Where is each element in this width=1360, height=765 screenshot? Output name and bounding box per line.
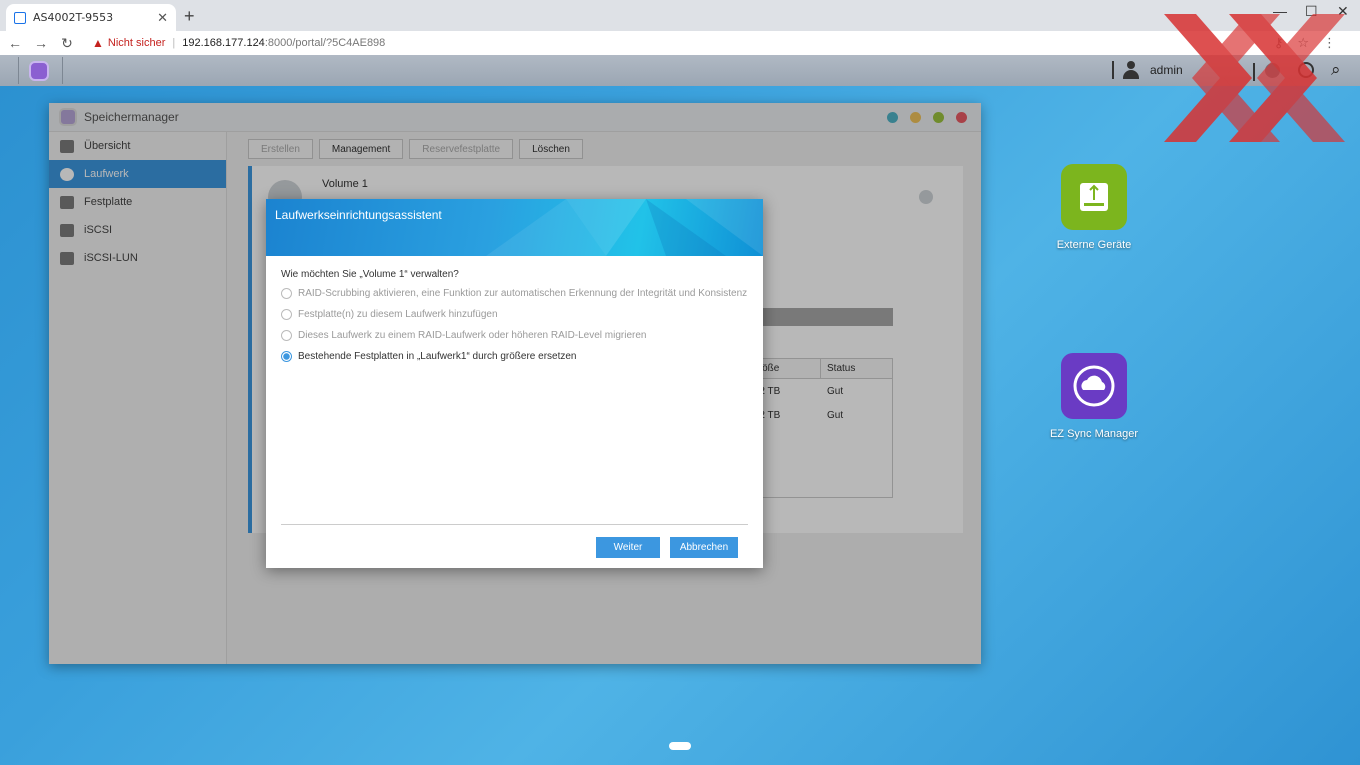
tab-close-icon[interactable]: ✕ <box>157 10 168 26</box>
external-devices-app[interactable]: Externe Geräte <box>1039 164 1149 251</box>
option-label: RAID-Scrubbing aktivieren, eine Funktion… <box>298 288 749 299</box>
not-secure-label[interactable]: Nicht sicher <box>108 37 165 49</box>
usb-drive-icon <box>1061 164 1127 230</box>
option-migrate-raid[interactable]: Dieses Laufwerk zu einem RAID-Laufwerk o… <box>281 330 749 341</box>
url-path: :8000/portal/?5C4AE898 <box>264 37 386 49</box>
new-tab-button[interactable]: + <box>184 6 195 27</box>
volume-wizard-dialog: Laufwerkseinrichtungsassistent Wie möcht… <box>266 199 763 568</box>
option-label: Dieses Laufwerk zu einem RAID-Laufwerk o… <box>298 330 647 341</box>
watermark-logo <box>1164 14 1345 142</box>
radio-button-selected[interactable] <box>281 351 292 362</box>
dock-handle[interactable] <box>669 742 691 750</box>
address-bar: ← → ↻ ▲ Nicht sicher | 192.168.177.124:8… <box>0 31 1360 55</box>
taskbar-divider <box>62 57 63 84</box>
radio-button[interactable] <box>281 309 292 320</box>
option-raid-scrubbing[interactable]: RAID-Scrubbing aktivieren, eine Funktion… <box>281 288 749 299</box>
storage-manager-taskbar-icon[interactable] <box>29 61 49 81</box>
forward-icon[interactable]: → <box>30 35 52 51</box>
ez-sync-manager-label: EZ Sync Manager <box>1049 428 1139 440</box>
url-field[interactable]: 192.168.177.124:8000/portal/?5C4AE898 <box>182 37 385 49</box>
next-button[interactable]: Weiter <box>596 537 660 558</box>
radio-button[interactable] <box>281 288 292 299</box>
ez-sync-manager-app[interactable]: EZ Sync Manager <box>1039 353 1149 440</box>
cancel-button[interactable]: Abbrechen <box>670 537 738 558</box>
user-icon <box>1122 61 1140 79</box>
adm-taskbar: admin ⌕ <box>0 55 1360 86</box>
radio-button[interactable] <box>281 330 292 341</box>
site-favicon-icon <box>14 11 26 24</box>
tab-title: AS4002T-9553 <box>33 11 114 24</box>
cloud-sync-icon <box>1061 353 1127 419</box>
cloud-sync-glyph <box>1073 365 1115 407</box>
taskbar-divider <box>1112 61 1114 79</box>
dialog-title: Laufwerkseinrichtungsassistent <box>275 208 442 222</box>
option-label: Bestehende Festplatten in „Laufwerk1“ du… <box>298 351 577 362</box>
back-icon[interactable]: ← <box>4 35 26 51</box>
warning-icon[interactable]: ▲ <box>92 36 104 50</box>
dialog-divider <box>281 524 748 525</box>
browser-tab[interactable]: AS4002T-9553 ✕ <box>6 4 176 31</box>
option-add-disks[interactable]: Festplatte(n) zu diesem Laufwerk hinzufü… <box>281 309 749 320</box>
external-devices-label: Externe Geräte <box>1056 239 1132 251</box>
url-host: 192.168.177.124 <box>182 37 265 49</box>
option-replace-disks[interactable]: Bestehende Festplatten in „Laufwerk1“ du… <box>281 351 749 362</box>
reload-icon[interactable]: ↻ <box>56 35 78 52</box>
taskbar-divider <box>18 57 19 84</box>
url-separator: | <box>172 37 176 49</box>
option-label: Festplatte(n) zu diesem Laufwerk hinzufü… <box>298 309 498 320</box>
usb-drive-glyph <box>1080 183 1108 211</box>
dialog-header: Laufwerkseinrichtungsassistent <box>266 199 763 256</box>
browser-tab-bar: AS4002T-9553 ✕ + — ☐ ✕ <box>0 0 1360 31</box>
dialog-question: Wie möchten Sie „Volume 1“ verwalten? <box>281 269 459 280</box>
